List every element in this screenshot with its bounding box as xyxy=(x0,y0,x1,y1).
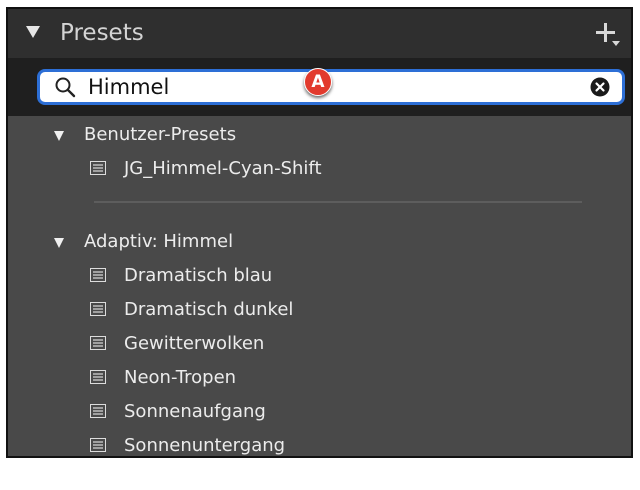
preset-item[interactable]: Sonnenuntergang xyxy=(8,431,631,456)
preset-list-icon xyxy=(90,161,106,175)
panel-title: Presets xyxy=(60,20,144,46)
preset-item-label: Dramatisch blau xyxy=(124,265,273,286)
preset-item[interactable]: Dramatisch blau xyxy=(8,261,631,291)
preset-item[interactable]: JG_Himmel-Cyan-Shift xyxy=(8,154,631,184)
preset-item[interactable]: Neon-Tropen xyxy=(8,363,631,393)
preset-list-icon xyxy=(90,370,106,384)
collapse-triangle-icon[interactable] xyxy=(26,26,40,38)
preset-item-label: Sonnenaufgang xyxy=(124,401,266,422)
group-header-benutzer-presets[interactable]: Benutzer-Presets xyxy=(8,120,631,150)
preset-list-icon xyxy=(90,438,106,452)
preset-list-icon xyxy=(90,336,106,350)
preset-item[interactable]: Gewitterwolken xyxy=(8,329,631,359)
expand-triangle-icon[interactable] xyxy=(54,238,64,248)
preset-item-label: Neon-Tropen xyxy=(124,367,237,388)
plus-dropdown-icon[interactable] xyxy=(595,21,621,47)
expand-triangle-icon[interactable] xyxy=(54,131,64,141)
search-icon xyxy=(55,77,76,98)
preset-list-icon xyxy=(90,404,106,418)
group-label: Benutzer-Presets xyxy=(84,124,237,145)
preset-item-label: Sonnenuntergang xyxy=(124,435,286,456)
presets-panel: Presets A Benutzer-Presets xyxy=(6,7,633,458)
clear-circle-x-icon[interactable] xyxy=(590,77,610,97)
preset-item[interactable]: Dramatisch dunkel xyxy=(8,295,631,325)
divider xyxy=(94,201,582,203)
group-header-adaptiv-himmel[interactable]: Adaptiv: Himmel xyxy=(8,227,631,257)
preset-item-label: JG_Himmel-Cyan-Shift xyxy=(124,158,322,179)
annotation-marker-a: A xyxy=(304,68,332,96)
preset-item-label: Dramatisch dunkel xyxy=(124,299,294,320)
preset-item-label: Gewitterwolken xyxy=(124,333,265,354)
preset-list: Benutzer-Presets JG_Himmel-Cyan-Shift Ad… xyxy=(8,116,631,456)
group-label: Adaptiv: Himmel xyxy=(84,231,234,252)
preset-item[interactable]: Sonnenaufgang xyxy=(8,397,631,427)
search-row: A xyxy=(8,58,631,116)
panel-header[interactable]: Presets xyxy=(8,9,631,58)
preset-list-icon xyxy=(90,268,106,282)
preset-list-icon xyxy=(90,302,106,316)
